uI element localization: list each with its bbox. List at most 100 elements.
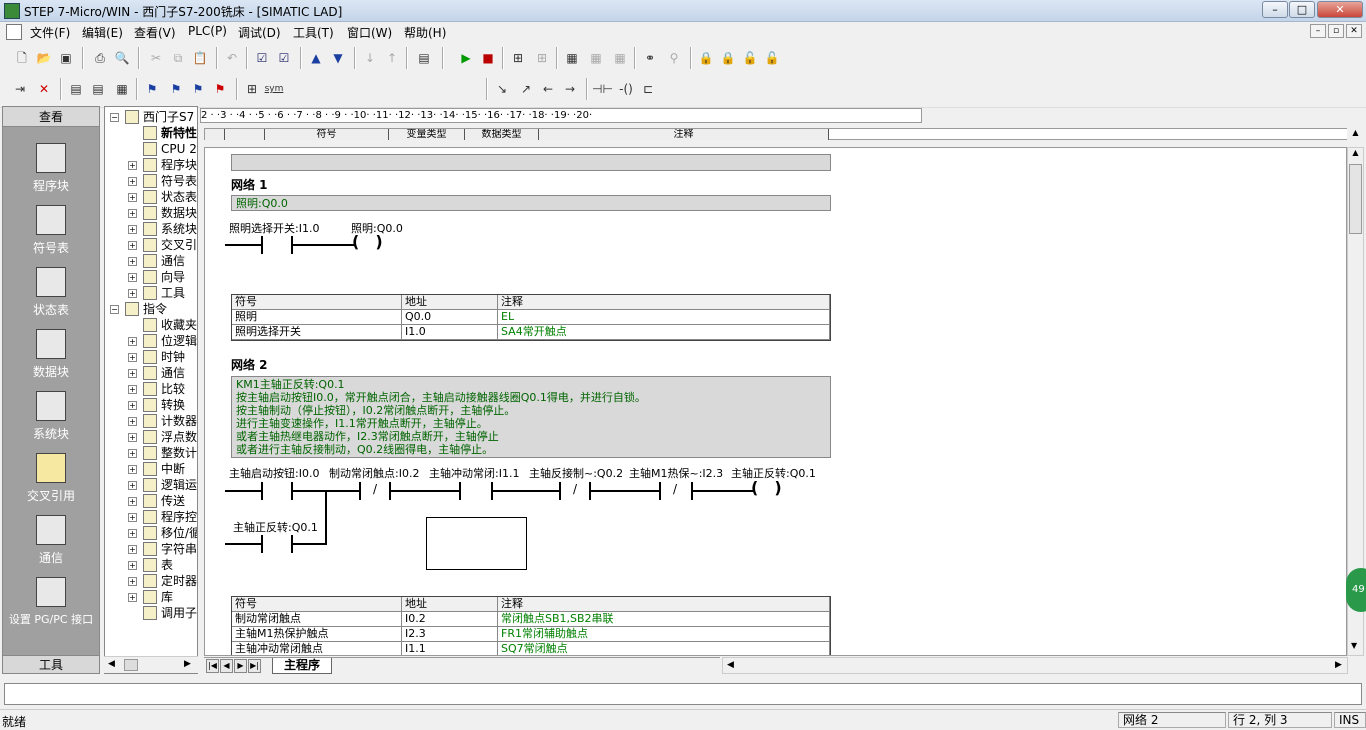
print-icon[interactable]: ⎙ [90, 48, 110, 68]
read-all-forced-icon[interactable]: 🔓 [740, 48, 760, 68]
save-all-icon[interactable]: ▣ [56, 48, 76, 68]
lock-icon[interactable]: 🔒 [696, 48, 716, 68]
nav-data-block[interactable]: 数据块 [3, 325, 99, 387]
coil-symbol[interactable]: ( ) [352, 232, 383, 251]
scroll-down-icon[interactable]: ▼ [1351, 641, 1357, 650]
scroll-up-icon[interactable]: ▲ [1347, 128, 1364, 137]
editor-horizontal-scrollbar[interactable]: ◀ ▶ [722, 657, 1348, 674]
expand-icon[interactable]: + [128, 241, 137, 250]
unforce-icon[interactable]: ⚲ [664, 48, 684, 68]
expand-icon[interactable]: + [128, 401, 137, 410]
mdi-minimize-button[interactable]: – [1310, 24, 1326, 38]
expand-icon[interactable]: + [128, 513, 137, 522]
line-down-icon[interactable]: ↘ [492, 79, 512, 99]
delete-network-icon[interactable]: ✕ [34, 79, 54, 99]
expand-icon[interactable]: + [128, 177, 137, 186]
cut-icon[interactable]: ✂ [146, 48, 166, 68]
close-button[interactable]: ✕ [1317, 1, 1363, 18]
first-tab-icon[interactable]: |◀ [206, 659, 219, 673]
expand-icon[interactable]: + [128, 385, 137, 394]
remove-bookmarks-icon[interactable]: ⚑ [210, 79, 230, 99]
cursor-box[interactable] [426, 517, 527, 570]
expand-icon[interactable]: + [128, 193, 137, 202]
scroll-thumb[interactable] [124, 659, 138, 671]
bookmark-icon[interactable]: ⚑ [142, 79, 162, 99]
menu-tools[interactable]: 工具(T) [293, 24, 334, 41]
line-up-icon[interactable]: ↗ [516, 79, 536, 99]
last-tab-icon[interactable]: ▶| [248, 659, 261, 673]
run-icon[interactable]: ▶ [456, 48, 476, 68]
expand-icon[interactable]: + [128, 353, 137, 362]
upload-icon[interactable]: ▲ [306, 48, 326, 68]
nav-cross-reference[interactable]: 交叉引用 [3, 449, 99, 511]
single-read-icon[interactable]: ▦ [586, 48, 606, 68]
coil-icon[interactable]: -() [616, 79, 636, 99]
navbar-header[interactable]: 查看 [3, 107, 99, 127]
compile-all-icon[interactable]: ☑ [274, 48, 294, 68]
scroll-right-icon[interactable]: ▶ [184, 659, 191, 669]
tab-main-program[interactable]: 主程序 [272, 658, 332, 674]
toggle-symbol-icon[interactable]: ▤ [88, 79, 108, 99]
next-tab-icon[interactable]: ▶ [234, 659, 247, 673]
menu-view[interactable]: 查看(V) [134, 24, 176, 41]
menu-window[interactable]: 窗口(W) [347, 24, 392, 41]
coil-symbol[interactable]: ( ) [751, 478, 782, 497]
unforce-all-icon[interactable]: 🔓 [762, 48, 782, 68]
mdi-close-button[interactable]: ✕ [1346, 24, 1362, 38]
contact-icon[interactable]: ⊣⊢ [592, 79, 613, 99]
program-comment[interactable] [231, 154, 831, 171]
output-window[interactable] [4, 683, 1362, 705]
scroll-right-icon[interactable]: ▶ [1335, 660, 1342, 670]
scroll-up-icon[interactable]: ▲ [1348, 148, 1363, 157]
expand-icon[interactable]: + [128, 289, 137, 298]
scroll-left-icon[interactable]: ◀ [108, 659, 115, 669]
expand-icon[interactable]: + [128, 225, 137, 234]
open-folder-icon[interactable]: 📂 [34, 48, 54, 68]
expand-icon[interactable]: + [128, 449, 137, 458]
expand-icon[interactable]: + [128, 465, 137, 474]
expand-icon[interactable]: + [128, 577, 137, 586]
scroll-thumb[interactable] [1349, 164, 1362, 234]
box-icon[interactable]: ⊏ [638, 79, 658, 99]
nav-pgpc-interface[interactable]: 设置 PG/PC 接口 [3, 573, 99, 635]
print-preview-icon[interactable]: 🔍 [112, 48, 132, 68]
unlock-icon[interactable]: 🔒 [718, 48, 738, 68]
nav-symbol-table[interactable]: 符号表 [3, 201, 99, 263]
network-2-title[interactable]: 网络 2 [231, 356, 268, 373]
expand-icon[interactable]: + [128, 369, 137, 378]
nav-status-table[interactable]: 状态表 [3, 263, 99, 325]
force-icon[interactable]: ⚭ [640, 48, 660, 68]
expand-icon[interactable]: + [128, 161, 137, 170]
line-left-icon[interactable]: ← [538, 79, 558, 99]
network-2-comment[interactable]: KM1主轴正反转:Q0.1 按主轴启动按钮I0.0，常开触点闭合，主轴启动接触器线… [231, 376, 831, 458]
tree-horizontal-scrollbar[interactable]: ◀ ▶ [104, 656, 198, 673]
expand-icon[interactable]: + [128, 337, 137, 346]
toggle-poe-icon[interactable]: ▤ [66, 79, 86, 99]
network-1-comment[interactable]: 照明:Q0.0 [231, 195, 831, 211]
expand-icon[interactable]: + [128, 257, 137, 266]
copy-icon[interactable]: ⧉ [168, 48, 188, 68]
expand-icon[interactable]: + [128, 417, 137, 426]
col-comment[interactable]: 注释 [539, 129, 829, 140]
pause-status-icon[interactable]: ⊞ [532, 48, 552, 68]
undo-icon[interactable]: ↶ [222, 48, 242, 68]
collapse-icon[interactable]: − [110, 113, 119, 122]
expand-icon[interactable]: + [128, 209, 137, 218]
nav-communication[interactable]: 通信 [3, 511, 99, 573]
menu-edit[interactable]: 编辑(E) [82, 24, 123, 41]
nav-program-block[interactable]: 程序块 [3, 139, 99, 201]
new-file-icon[interactable]: 🗋 [12, 48, 32, 68]
sort-descending-icon[interactable]: ↑ [382, 48, 402, 68]
line-right-icon[interactable]: → [560, 79, 580, 99]
previous-tab-icon[interactable]: ◀ [220, 659, 233, 673]
menu-file[interactable]: 文件(F) [30, 24, 70, 41]
previous-bookmark-icon[interactable]: ⚑ [188, 79, 208, 99]
insert-network-icon[interactable]: ⇥ [10, 79, 30, 99]
nav-system-block[interactable]: 系统块 [3, 387, 99, 449]
expand-icon[interactable]: + [128, 273, 137, 282]
symbol-table-view-icon[interactable]: ▦ [112, 79, 132, 99]
navbar-footer[interactable]: 工具 [3, 655, 99, 673]
apply-symbols-icon[interactable]: ⊞ [242, 79, 262, 99]
paste-icon[interactable]: 📋 [190, 48, 210, 68]
menu-help[interactable]: 帮助(H) [404, 24, 446, 41]
